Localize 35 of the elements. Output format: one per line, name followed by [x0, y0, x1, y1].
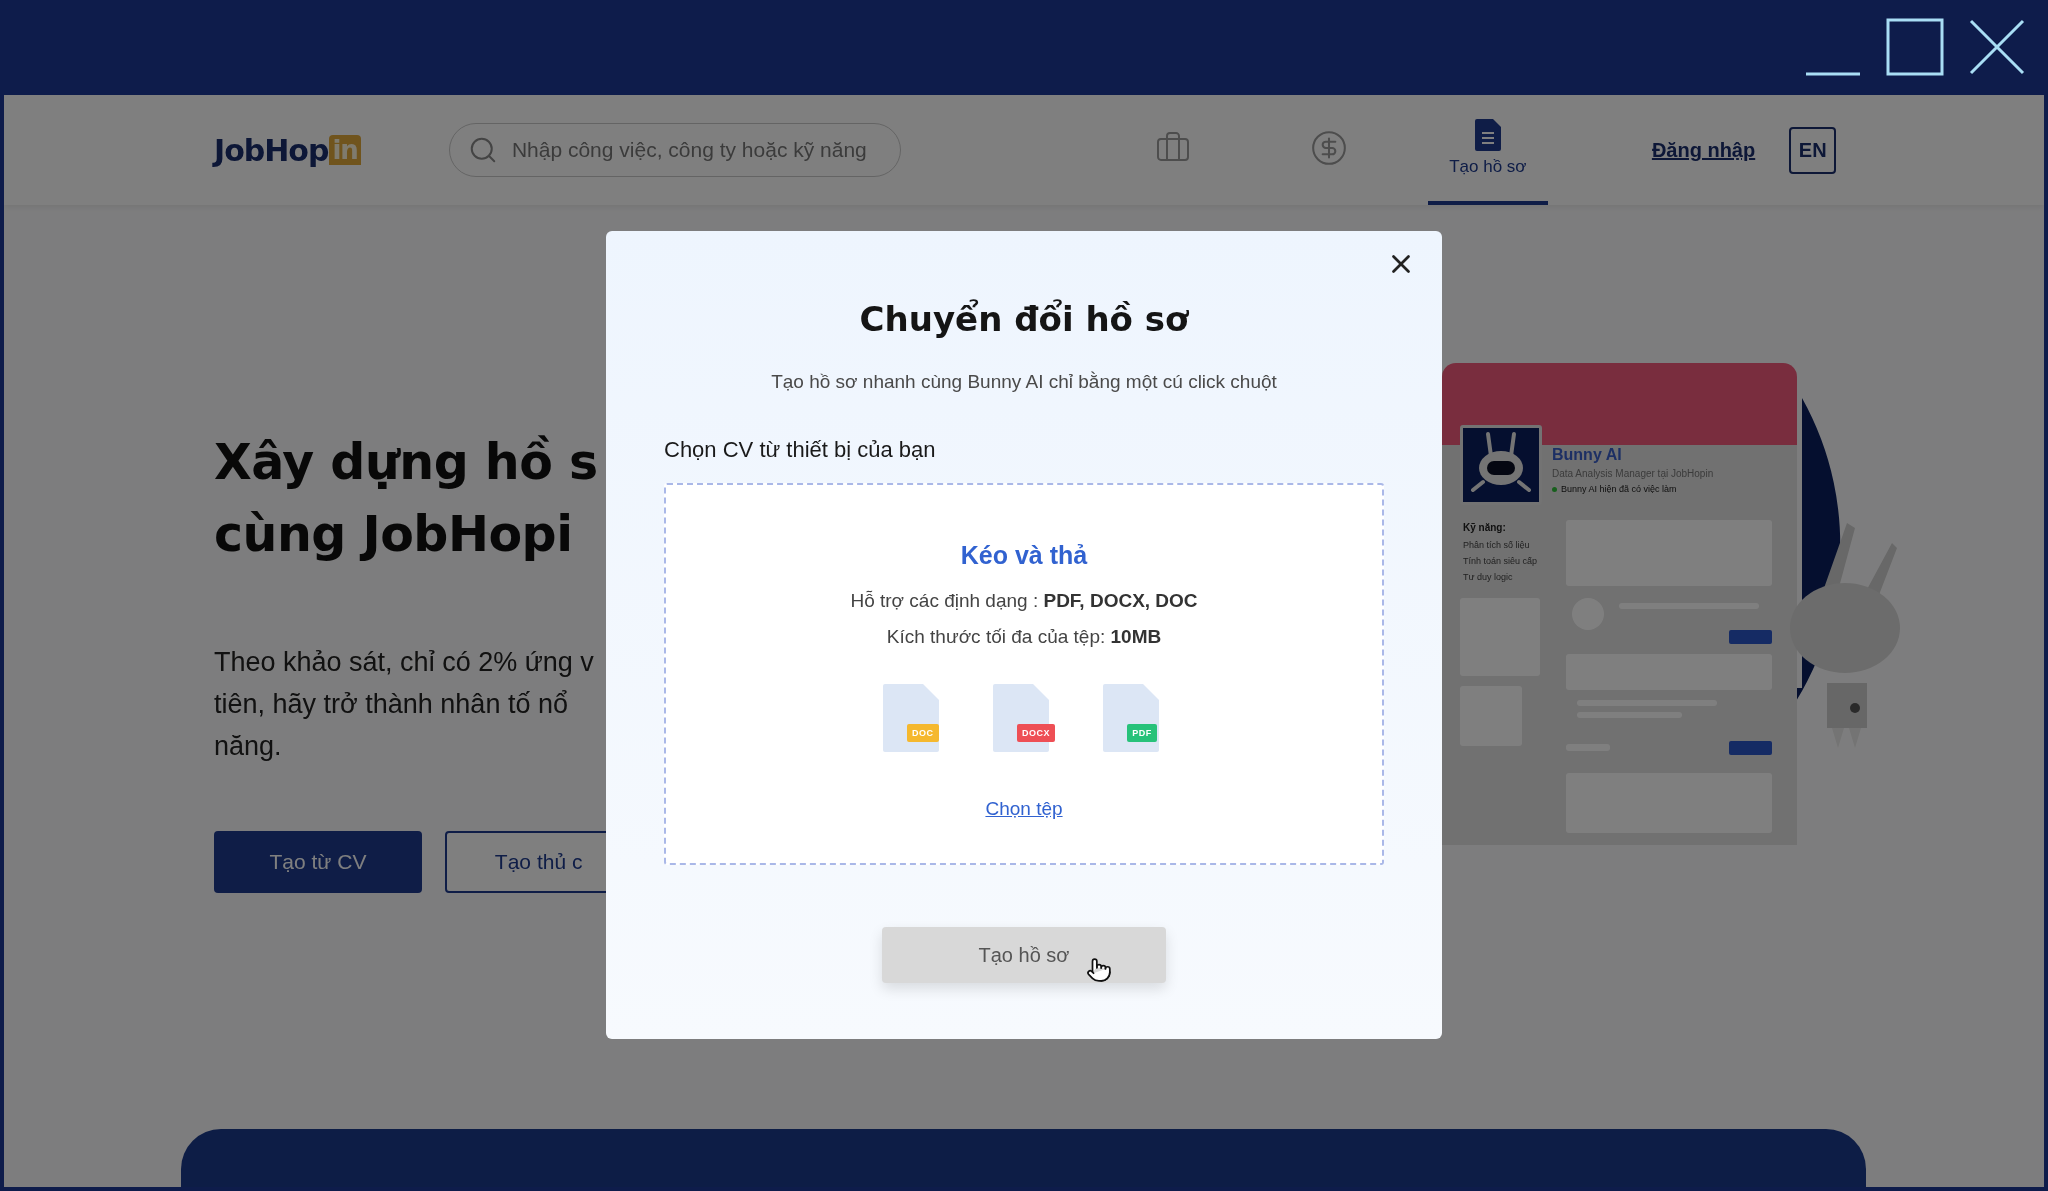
hero-text: tiên, hãy trở thành nhân tố nổ [214, 688, 569, 721]
maximize-button[interactable] [1886, 18, 1944, 76]
minimize-icon [1804, 72, 1862, 76]
skills-title: Kỹ năng: [1463, 522, 1506, 533]
nav-tab[interactable]: Tạo hồ sơ [1427, 95, 1548, 205]
language-button[interactable]: EN [1789, 126, 1837, 174]
skill-text: Tư duy logic [1463, 572, 1513, 582]
hero-text: năng. [214, 730, 283, 763]
profile-status: Bunny AI hiện đã có việc làm [1552, 484, 1677, 494]
drop-zone[interactable]: Kéo và thả Hỗ trợ các định dạng : PDF, DOCX, DOC Kích thước tối đa của tệp: 10MB DOC DOCX PDF Chọn tệp [664, 483, 1384, 865]
section-label: Chọn CV từ thiết bị của bạn [664, 437, 936, 463]
status-dot [1552, 486, 1557, 492]
hero-title: cùng JobHopi [214, 505, 574, 565]
skill-text: Phân tích số liệu [1463, 540, 1530, 550]
close-icon [1968, 18, 2026, 76]
hero-title: Xây dựng hồ s [214, 433, 599, 493]
login-link[interactable]: Đăng nhập [1651, 138, 1756, 162]
dollar-icon [1309, 129, 1348, 167]
logo[interactable]: JobHop in [214, 132, 361, 168]
dialog-subtitle: Tạo hồ sơ nhanh cùng Bunny AI chỉ bằng một cú click chuột [771, 371, 1277, 393]
close-button[interactable] [1968, 18, 2026, 76]
drop-heading: Kéo và thả [960, 541, 1088, 570]
hero-button[interactable]: Tạo từ CV [214, 831, 422, 893]
size-text: Kích thước tối đa của tệp: 10MB [886, 626, 1162, 648]
choose-file-link[interactable]: Chọn tệp [985, 798, 1063, 820]
dialog-title: Chuyển đổi hồ sơ [859, 299, 1189, 339]
hand-cursor-icon [1086, 957, 1112, 983]
formats-text: Hỗ trợ các định dạng : PDF, DOCX, DOC [850, 590, 1198, 612]
maximize-icon [1886, 18, 1944, 76]
document-icon [1474, 119, 1501, 151]
skill-text: Tính toán siêu cấp [1463, 556, 1538, 566]
search-input[interactable]: Nhập công việc, công ty hoặc kỹ năng [509, 137, 882, 163]
search-bar[interactable]: Nhập công việc, công ty hoặc kỹ năng [448, 123, 901, 177]
profile-name: Bunny AI [1552, 446, 1622, 464]
hero-text: Theo khảo sát, chỉ có 2% ứng v [214, 646, 595, 679]
